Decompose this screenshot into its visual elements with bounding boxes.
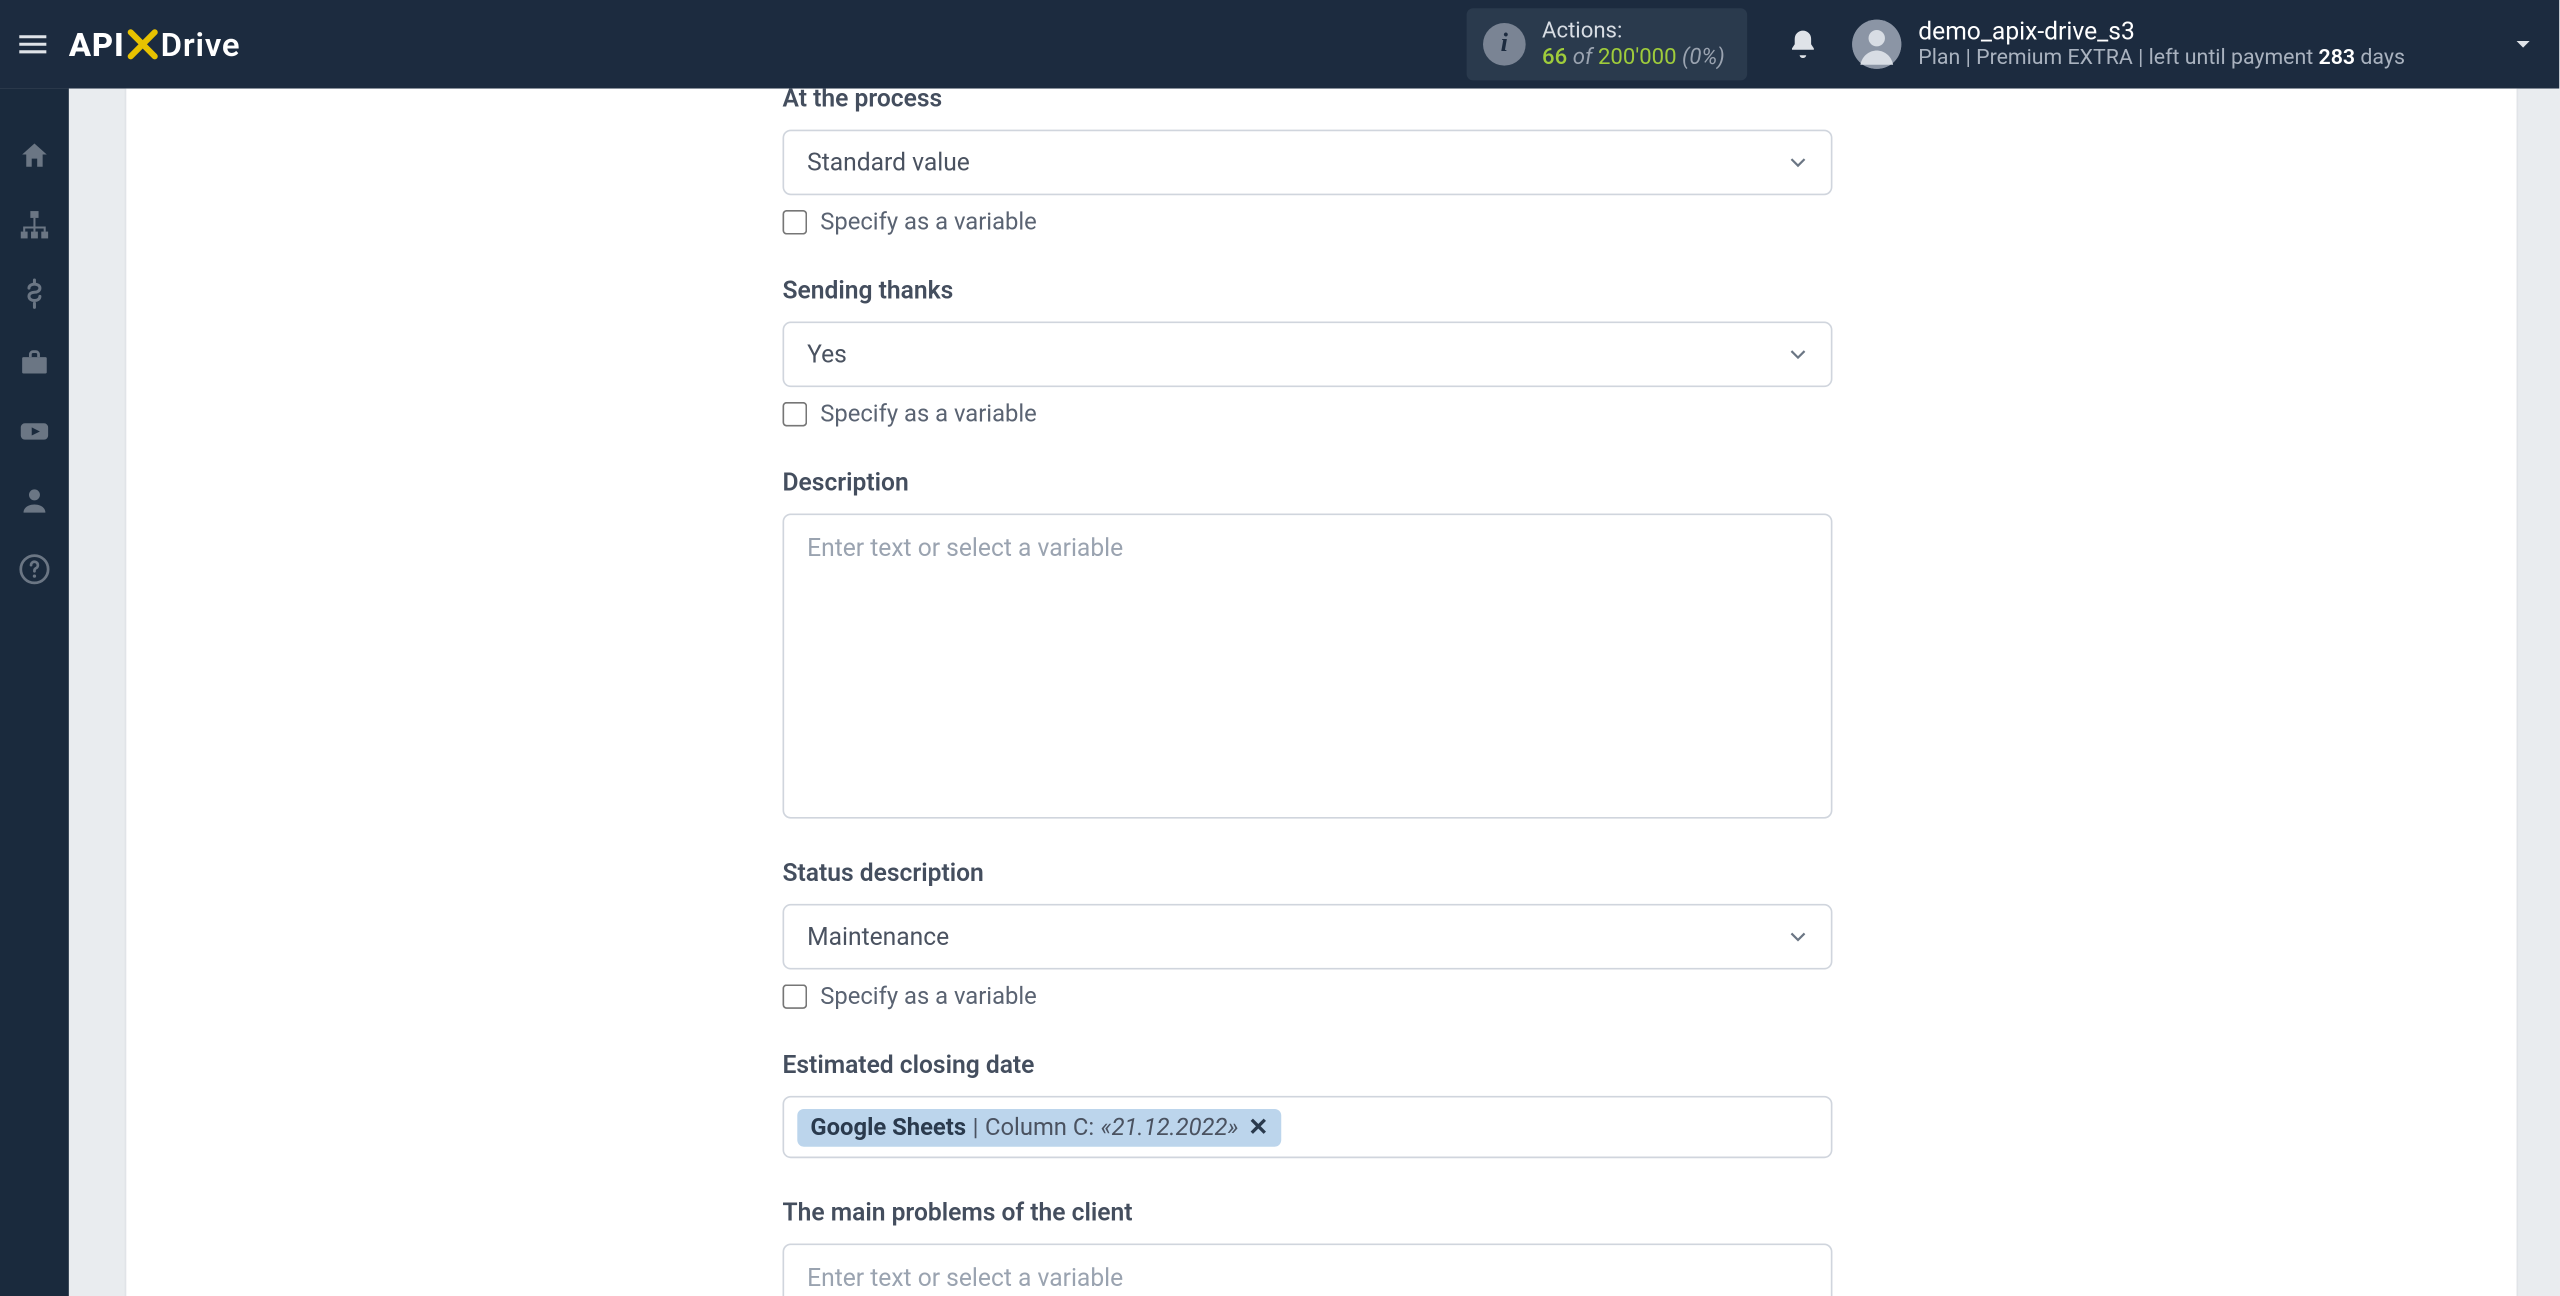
dollar-icon: [18, 277, 51, 310]
checkbox-sending-thanks-variable[interactable]: Specify as a variable: [783, 400, 1833, 428]
checkbox-input[interactable]: [783, 210, 808, 235]
chip-input-estimated-closing[interactable]: Google Sheets | Column C: «21.12.2022» ✕: [783, 1096, 1833, 1158]
variable-chip: Google Sheets | Column C: «21.12.2022» ✕: [797, 1108, 1281, 1146]
logo-text-api: API: [69, 25, 125, 64]
field-description: Description Enter text or select a varia…: [783, 468, 1833, 819]
chevron-down-icon: [1785, 341, 1811, 367]
select-sending-thanks-value: Yes: [807, 340, 847, 370]
sitemap-icon: [18, 208, 51, 241]
user-plan: Plan | Premium EXTRA | left until paymen…: [1918, 46, 2405, 72]
select-status-description[interactable]: Maintenance: [783, 904, 1833, 970]
checkbox-at-process-variable[interactable]: Specify as a variable: [783, 208, 1833, 236]
actions-total: 200'000: [1598, 44, 1677, 70]
actions-of: of: [1573, 44, 1593, 70]
checkbox-label: Specify as a variable: [820, 400, 1037, 428]
home-icon: [18, 139, 51, 172]
select-at-process[interactable]: Standard value: [783, 130, 1833, 196]
sidebar: [0, 89, 69, 1296]
textarea-description[interactable]: Enter text or select a variable: [783, 513, 1833, 818]
chevron-down-icon: [1785, 149, 1811, 175]
actions-current: 66: [1542, 44, 1567, 70]
textarea-placeholder: Enter text or select a variable: [807, 533, 1123, 563]
checkbox-label: Specify as a variable: [820, 208, 1037, 236]
sidebar-item-videos[interactable]: [0, 397, 69, 466]
briefcase-icon: [18, 346, 51, 379]
sidebar-item-account[interactable]: [0, 466, 69, 535]
user-menu[interactable]: demo_apix-drive_s3 Plan | Premium EXTRA …: [1853, 17, 2405, 72]
form-panel: At the process Standard value Specify as…: [125, 89, 2518, 1296]
actions-label: Actions:: [1542, 18, 1725, 45]
logo-x-icon: [125, 26, 161, 62]
textarea-placeholder: Enter text or select a variable: [807, 1263, 1123, 1293]
chevron-down-icon: [2510, 31, 2536, 57]
hamburger-icon: [15, 26, 51, 62]
chevron-down-icon: [1785, 924, 1811, 950]
youtube-icon: [18, 415, 51, 448]
user-name: demo_apix-drive_s3: [1918, 17, 2405, 47]
textarea-main-problems[interactable]: Enter text or select a variable: [783, 1244, 1833, 1296]
avatar: [1853, 20, 1902, 69]
chip-separator: |: [973, 1113, 979, 1141]
sidebar-item-help[interactable]: [0, 535, 69, 604]
label-description: Description: [783, 468, 1833, 498]
user-icon: [18, 484, 51, 517]
label-status-description: Status description: [783, 858, 1833, 888]
actions-text: Actions: 66 of 200'000 (0%): [1542, 18, 1725, 71]
logo-text-drive: Drive: [161, 25, 241, 64]
user-menu-caret[interactable]: [2503, 25, 2542, 64]
sidebar-item-billing[interactable]: [0, 259, 69, 328]
actions-counter[interactable]: i Actions: 66 of 200'000 (0%): [1467, 8, 1748, 81]
label-sending-thanks: Sending thanks: [783, 276, 1833, 306]
label-at-process: At the process: [783, 89, 1833, 114]
checkbox-status-description-variable[interactable]: Specify as a variable: [783, 983, 1833, 1011]
field-sending-thanks: Sending thanks Yes Specify as a variable: [783, 276, 1833, 429]
select-sending-thanks[interactable]: Yes: [783, 322, 1833, 388]
notifications-button[interactable]: [1777, 18, 1829, 70]
chip-column: Column C:: [985, 1113, 1094, 1141]
select-at-process-value: Standard value: [807, 148, 970, 178]
checkbox-input[interactable]: [783, 402, 808, 427]
field-estimated-closing: Estimated closing date Google Sheets | C…: [783, 1050, 1833, 1158]
label-main-problems: The main problems of the client: [783, 1198, 1833, 1228]
select-status-description-value: Maintenance: [807, 922, 949, 952]
chip-value: «21.12.2022»: [1101, 1113, 1239, 1141]
help-icon: [18, 553, 51, 586]
user-info: demo_apix-drive_s3 Plan | Premium EXTRA …: [1918, 17, 2405, 72]
sidebar-item-connections[interactable]: [0, 190, 69, 259]
checkbox-label: Specify as a variable: [820, 983, 1037, 1011]
label-estimated-closing: Estimated closing date: [783, 1050, 1833, 1080]
sidebar-item-home[interactable]: [0, 121, 69, 190]
chip-remove-button[interactable]: ✕: [1248, 1113, 1268, 1141]
user-avatar-icon: [1853, 20, 1902, 69]
logo[interactable]: API Drive: [69, 25, 240, 64]
main-content: At the process Standard value Specify as…: [69, 89, 2559, 1296]
info-icon: i: [1483, 23, 1526, 66]
field-main-problems: The main problems of the client Enter te…: [783, 1198, 1833, 1296]
chip-source: Google Sheets: [810, 1113, 966, 1141]
menu-toggle-button[interactable]: [0, 0, 66, 89]
app-header: API Drive i Actions: 66 of 200'000 (0%): [0, 0, 2559, 89]
bell-icon: [1787, 28, 1820, 61]
sidebar-item-business[interactable]: [0, 328, 69, 397]
field-at-process: At the process Standard value Specify as…: [783, 89, 1833, 237]
checkbox-input[interactable]: [783, 984, 808, 1009]
field-status-description: Status description Maintenance Specify a…: [783, 858, 1833, 1011]
actions-pct: (0%): [1682, 44, 1725, 70]
